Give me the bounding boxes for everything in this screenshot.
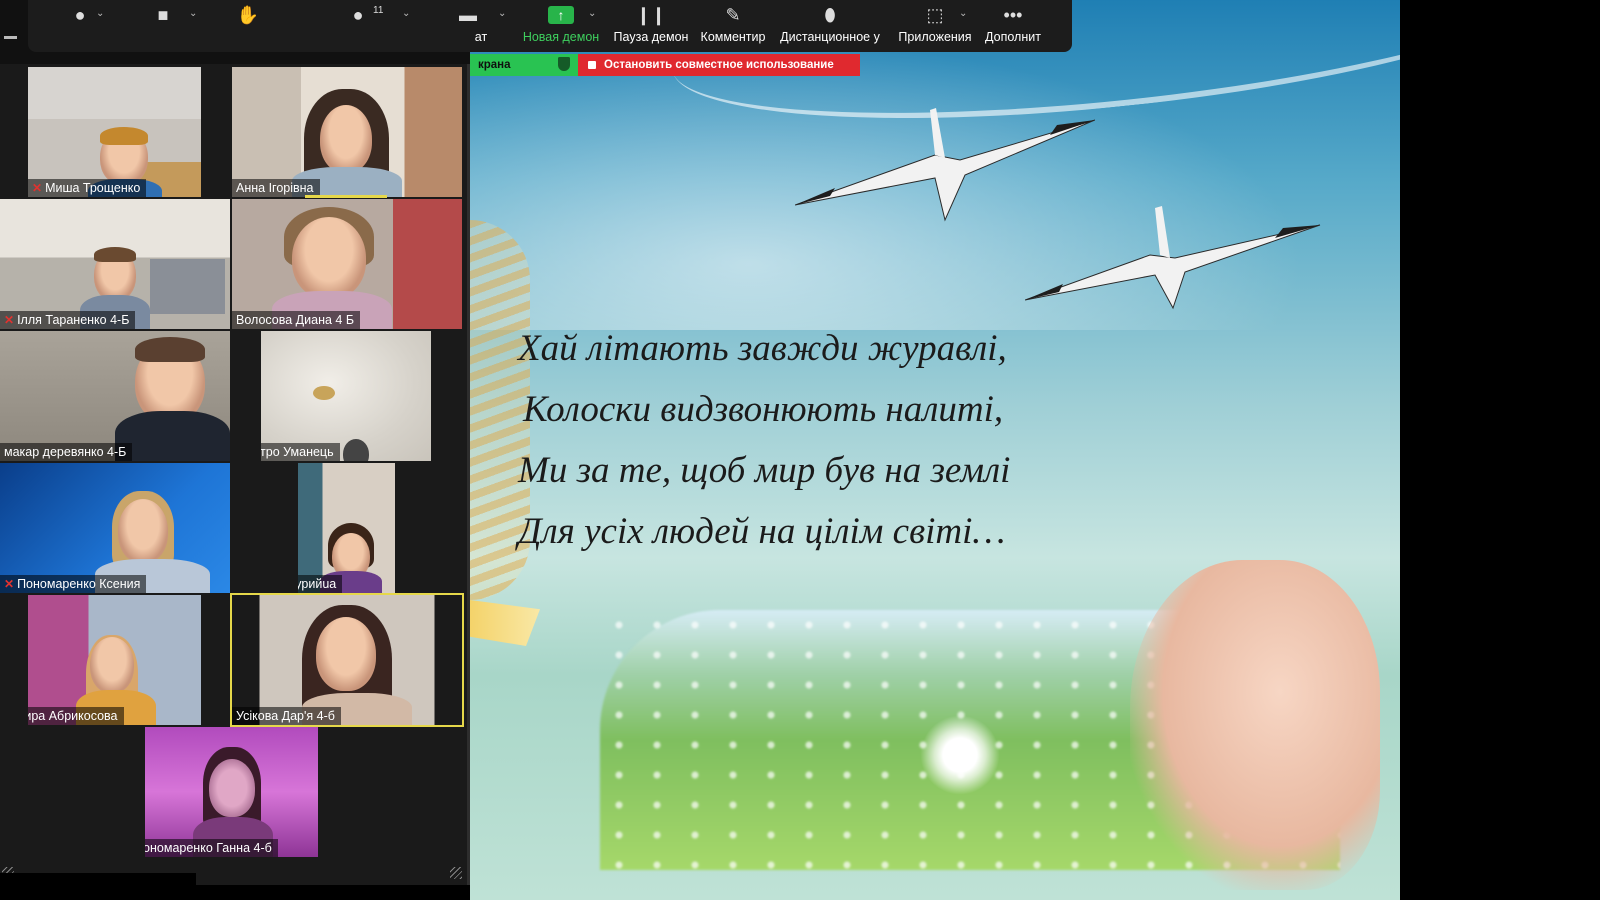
mute-button[interactable]: ● (60, 0, 100, 52)
poem-line: Ми за те, щоб мир був на землі (518, 450, 1011, 491)
chevron-down-icon[interactable]: ⌄ (498, 8, 506, 19)
stop-share-button[interactable]: Остановить совместное использование (578, 54, 860, 76)
participant-name: ✕ Миша Трощенко (28, 179, 147, 197)
video-tile-active-speaker[interactable]: Усікова Дар'я 4-б (230, 593, 464, 727)
stop-share-label: Остановить совместное использование (604, 59, 834, 71)
poem-text: Хай літають завжди журавлі, Колоски видз… (518, 318, 1118, 562)
poem-line: Для усіх людей на цілім світі… (518, 511, 1006, 552)
pause-share-button[interactable]: ❙❙ Пауза демон (611, 0, 691, 52)
child-image (1130, 560, 1380, 890)
ribbon-image (470, 600, 540, 646)
pencil-icon: ✎ (725, 4, 741, 25)
share-screen-icon: ↑ (548, 6, 574, 24)
participant-name: ✕ Пономаренко Ганна 4-б (145, 839, 278, 857)
video-tile[interactable]: Дмитро Уманець (261, 331, 431, 461)
poem-line: Хай літають завжди журавлі, (518, 328, 1007, 369)
participant-name: ✕ Пономаренко Ксения (0, 575, 147, 593)
dandelion-image (920, 715, 1000, 795)
participants-count: 11 (373, 5, 384, 16)
more-icon: ••• (1003, 4, 1023, 25)
apps-icon: ⬚ (926, 4, 944, 25)
video-tile[interactable]: ✕ Пономаренко Ганна 4-б (145, 727, 318, 857)
sharing-indicator[interactable]: крана (470, 54, 578, 76)
shield-icon (558, 57, 570, 71)
chevron-down-icon[interactable]: ⌄ (959, 8, 967, 19)
remote-control-button[interactable]: ⬮ Дистанционное у (778, 0, 882, 52)
screen-border (1400, 0, 1600, 900)
chat-button[interactable]: ▬ ат (448, 0, 488, 52)
resize-handle-icon[interactable] (450, 867, 462, 879)
sharing-label: крана (478, 59, 511, 71)
video-tile[interactable]: Анна Ігорівна (232, 67, 462, 197)
crane-image (1025, 200, 1325, 310)
muted-mic-icon: ✕ (4, 313, 15, 327)
video-tile[interactable]: Волосова Диана 4 Б (232, 199, 462, 329)
microphone-icon: ● (74, 4, 86, 25)
participants-button[interactable]: ● (338, 0, 378, 52)
share-status-bar: крана Остановить совместное использовани… (470, 54, 860, 76)
poem-line: Колоски видзвонюють налиті, (523, 389, 1004, 430)
video-tile[interactable]: макар деревянко 4-Б (0, 331, 230, 461)
chat-icon: ▬ (459, 4, 477, 25)
mouse-icon: ⬮ (824, 4, 836, 25)
annotate-button[interactable]: ✎ Комментир (698, 0, 768, 52)
chevron-down-icon[interactable]: ⌄ (96, 8, 104, 19)
video-button[interactable]: ■ (143, 0, 183, 52)
meeting-toolbar: ● ⌄ ■ ⌄ ✋ ● 11 ⌄ ▬ ат ⌄ ↑ Новая демон ⌄ … (28, 0, 1072, 52)
video-tile[interactable]: ✕ Пономаренко Ксения (0, 463, 230, 593)
screen-border (0, 873, 196, 900)
active-speaker-indicator (305, 195, 387, 198)
minimize-icon[interactable] (4, 35, 17, 39)
gallery-panel: ✕ Миша Трощенко Анна Ігорівна ✕ Ілля Тар… (0, 0, 470, 885)
more-button[interactable]: ••• Дополнит (981, 0, 1045, 52)
muted-mic-icon: ✕ (32, 181, 43, 195)
video-tile[interactable]: ✕ Ілля Тараненко 4-Б (0, 199, 230, 329)
participant-name: Усікова Дар'я 4-б (232, 707, 341, 725)
stop-icon (588, 61, 596, 69)
chevron-down-icon[interactable]: ⌄ (189, 8, 197, 19)
thumbs-up-icon: ✋ (236, 4, 260, 25)
video-tile[interactable]: ✕ Мария гурийuа (298, 463, 395, 593)
chevron-down-icon[interactable]: ⌄ (588, 8, 596, 19)
participant-name: Дмитро Уманець (261, 443, 340, 461)
camera-icon: ■ (157, 4, 169, 25)
video-tile[interactable]: ✕ Миша Трощенко (28, 67, 201, 197)
participant-name: Волосова Диана 4 Б (232, 311, 361, 329)
shared-screen: Хай літають завжди журавлі, Колоски видз… (470, 0, 1400, 900)
chevron-down-icon[interactable]: ⌄ (402, 8, 410, 19)
participants-icon: ● (352, 4, 364, 25)
participant-name: ✕ Ілля Тараненко 4-Б (0, 311, 136, 329)
muted-mic-icon: ✕ (4, 577, 15, 591)
participant-name: ✕ Мария гурийuа (298, 575, 343, 593)
security-button[interactable]: ✋ (228, 0, 268, 52)
video-tile[interactable]: ✕ Кира Абрикосова (28, 595, 201, 725)
pause-icon: ❙❙ (635, 4, 667, 25)
participant-name: макар деревянко 4-Б (0, 443, 133, 461)
participant-name: ✕ Кира Абрикосова (28, 707, 124, 725)
